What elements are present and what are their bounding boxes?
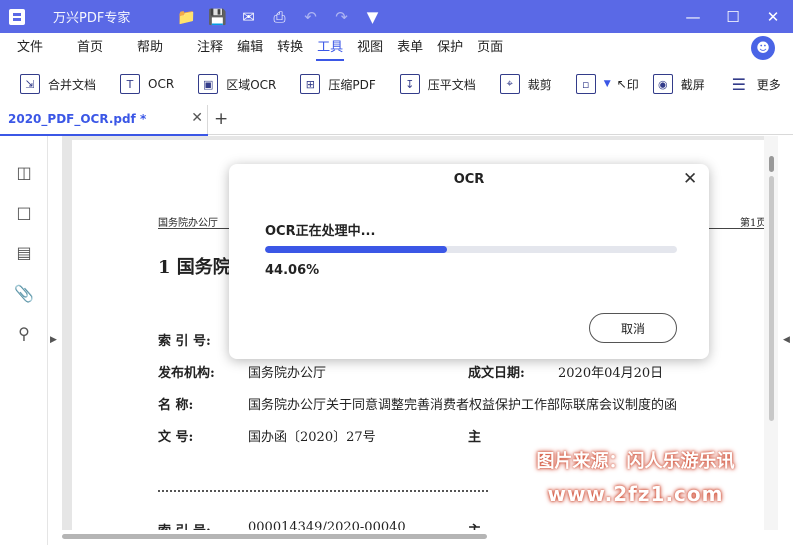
docno-label: 文 号:	[158, 430, 194, 445]
ocr-progress-bar	[265, 246, 677, 253]
docno-value: 国办函〔2020〕27号	[248, 430, 376, 445]
horizontal-scrollbar[interactable]	[62, 533, 764, 541]
tools-toolbar: ⇲ 合并文档 T OCR ▣ 区域OCR ⊞ 压缩PDF ↧ 压平文档 ⌖ 裁剪 ▫ ▼ ↖ 印 …	[0, 63, 793, 105]
chevron-down-icon: ▼	[603, 79, 611, 89]
title-label: 名 称:	[158, 398, 194, 413]
tab-close-icon[interactable]: ✕	[191, 110, 203, 126]
camera-icon: ◉	[652, 74, 673, 94]
publisher-label: 发布机构:	[158, 366, 215, 381]
document-tab-name: 2020_PDF_OCR.pdf *	[8, 112, 147, 126]
index-label-2: 索 引 号:	[158, 520, 211, 530]
subject-label-2: 主	[468, 520, 481, 530]
ocr-progress-fill	[265, 246, 447, 253]
minimize-icon[interactable]: —	[673, 0, 713, 33]
menu-bar: 文件 首页 帮助 注释 编辑 转换 工具 视图 表单 保护 页面 ☻	[0, 33, 793, 63]
menu-convert[interactable]: 转换	[270, 33, 310, 63]
compress-button[interactable]: ⊞ 压缩PDF	[300, 74, 376, 94]
date-label: 成文日期:	[468, 366, 525, 381]
left-sidebar: ◫ □ ▤ 📎 ⚲	[0, 136, 48, 545]
page-header: 国务院办公厅	[158, 218, 218, 229]
ocr-progress-percent: 44.06%	[265, 263, 320, 278]
menu-tools[interactable]: 工具	[310, 33, 350, 63]
date-value: 2020年04月20日	[558, 366, 664, 381]
quick-access-toolbar: 📁 💾 ✉ ⎙ ↶ ↷ ▼	[171, 0, 388, 33]
thumbnails-icon[interactable]: ◫	[14, 162, 34, 182]
source-watermark: 图片来源：闪人乐游乐讯 www.2fz1.com	[498, 446, 773, 510]
window-controls: — ☐ ✕	[673, 0, 793, 33]
watermark-line-1: 图片来源：闪人乐游乐讯	[536, 451, 735, 472]
flatten-icon: ↧	[399, 74, 420, 94]
merge-button[interactable]: ⇲ 合并文档	[20, 74, 96, 94]
flatten-button[interactable]: ↧ 压平文档	[399, 74, 476, 94]
index-label: 索 引 号:	[158, 334, 211, 349]
document-tab[interactable]: 2020_PDF_OCR.pdf * ✕	[0, 105, 208, 136]
menu-home[interactable]: 首页	[70, 33, 110, 63]
menu-annotate[interactable]: 注释	[190, 33, 230, 63]
cancel-button[interactable]: 取消	[589, 313, 677, 343]
compress-icon: ⊞	[300, 74, 321, 94]
horizontal-scroll-thumb[interactable]	[62, 534, 487, 539]
menu-view[interactable]: 视图	[350, 33, 390, 63]
undo-icon[interactable]: ↶	[295, 8, 326, 26]
vertical-scroll-track[interactable]	[769, 176, 774, 421]
vertical-scroll-thumb[interactable]	[769, 156, 774, 172]
merge-icon: ⇲	[20, 74, 40, 94]
ocr-progress-dialog: OCR ✕ OCR正在处理中... 44.06% 取消	[229, 164, 709, 359]
redo-icon[interactable]: ↷	[326, 8, 357, 26]
title-value: 国务院办公厅关于同意调整完善消费者权益保护工作部际联席会议制度的函	[248, 398, 678, 413]
crop-button[interactable]: ⌖ 裁剪	[499, 74, 552, 94]
region-ocr-button[interactable]: ▣ 区域OCR	[198, 74, 276, 94]
print-icon[interactable]: ⎙	[264, 8, 295, 26]
menu-form[interactable]: 表单	[390, 33, 430, 63]
dialog-title: OCR	[453, 172, 485, 187]
maximize-icon[interactable]: ☐	[713, 0, 753, 33]
app-title: 万兴PDF专家	[53, 11, 131, 26]
screenshot-button[interactable]: ◉ 截屏	[652, 74, 705, 94]
add-tab-icon[interactable]: +	[214, 109, 228, 129]
bookmark-icon[interactable]: □	[14, 202, 34, 222]
menu-protect[interactable]: 保护	[430, 33, 470, 63]
save-icon[interactable]: 💾	[202, 8, 233, 26]
mail-icon[interactable]: ✉	[233, 8, 264, 26]
region-ocr-icon: ▣	[198, 74, 219, 94]
menu-page[interactable]: 页面	[470, 33, 510, 63]
dropdown-icon[interactable]: ▼	[357, 8, 388, 26]
attachment-icon[interactable]: 📎	[14, 283, 34, 303]
comment-icon[interactable]: ▤	[14, 242, 34, 262]
page-number: 第1页	[740, 218, 764, 229]
cursor-icon: ↖	[616, 77, 627, 91]
subject-label: 主	[468, 430, 482, 445]
ocr-status-text: OCR正在处理中...	[265, 224, 376, 239]
page-heading: 1 国务院	[158, 257, 231, 278]
index-value-2: 000014349/2020-00040	[248, 520, 406, 530]
dotted-separator	[158, 490, 488, 492]
ocr-icon: T	[120, 74, 141, 94]
collapse-right-icon[interactable]: ◀	[783, 335, 790, 345]
menu-file[interactable]: 文件	[10, 33, 50, 63]
menu-lines-icon: ☰	[731, 74, 746, 94]
watermark-line-2: www.2fz1.com	[547, 482, 724, 506]
app-logo-icon	[0, 0, 33, 33]
crop-icon: ⌖	[499, 74, 520, 94]
user-avatar-icon[interactable]: ☻	[751, 36, 775, 60]
close-icon[interactable]: ✕	[753, 0, 793, 33]
menu-edit[interactable]: 编辑	[230, 33, 270, 63]
watermark-icon: ▫	[575, 74, 596, 94]
search-icon[interactable]: ⚲	[14, 323, 34, 343]
publisher-value: 国务院办公厅	[248, 366, 327, 381]
folder-open-icon[interactable]: 📁	[171, 8, 202, 26]
collapse-left-icon[interactable]: ▶	[50, 335, 57, 345]
menu-help[interactable]: 帮助	[130, 33, 170, 63]
ocr-button[interactable]: T OCR	[120, 74, 174, 94]
tab-bar: 2020_PDF_OCR.pdf * ✕ +	[0, 105, 793, 136]
dialog-close-icon[interactable]: ✕	[683, 169, 697, 189]
title-bar: 万兴PDF专家 📁 💾 ✉ ⎙ ↶ ↷ ▼ — ☐ ✕	[0, 0, 793, 33]
watermark-dropdown[interactable]: ▫ ▼ ↖ 印	[575, 74, 639, 94]
more-button[interactable]: ☰ 更多	[729, 74, 781, 94]
